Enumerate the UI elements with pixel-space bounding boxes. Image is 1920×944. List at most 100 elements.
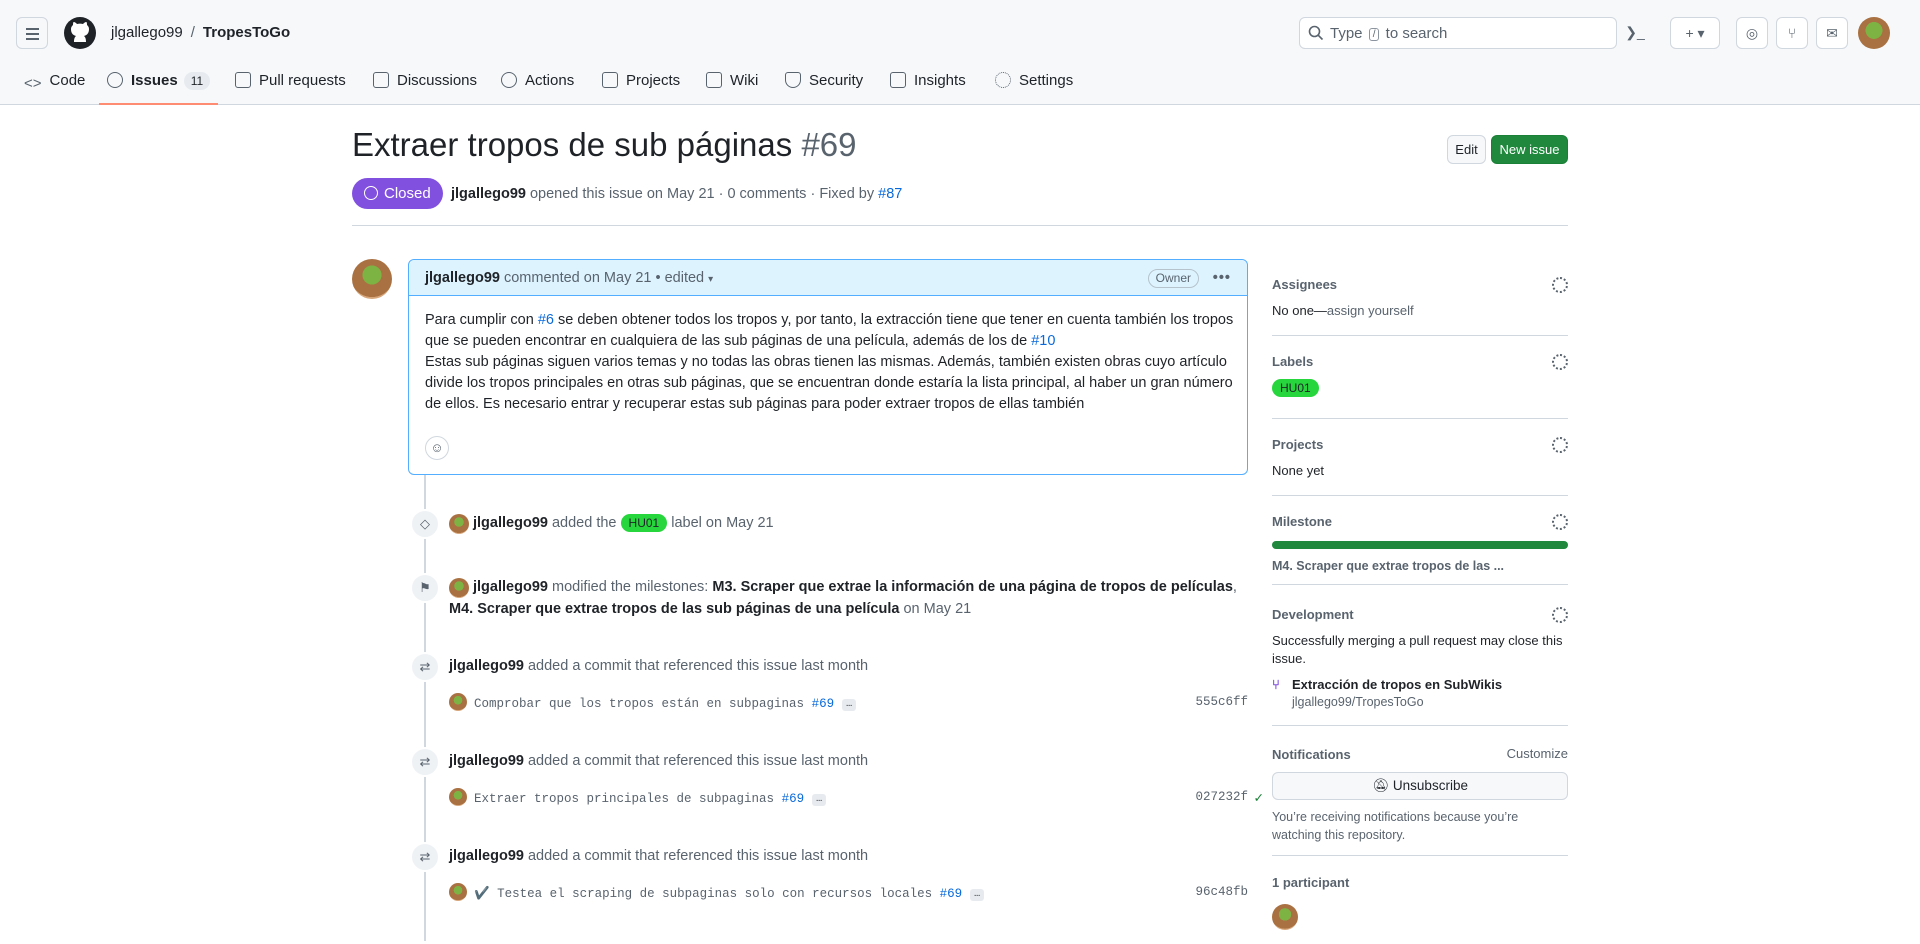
event-author-link[interactable]: jlgallego99 (473, 515, 548, 531)
gear-icon[interactable] (1552, 354, 1568, 370)
chevron-down-icon[interactable]: ▾ (708, 274, 713, 285)
issue-author-link[interactable]: jlgallego99 (451, 186, 526, 202)
menu-button[interactable] (16, 17, 48, 49)
event-avatar[interactable] (449, 578, 469, 598)
user-avatar[interactable] (1858, 17, 1890, 49)
edit-button[interactable]: Edit (1447, 135, 1486, 164)
label-hu01[interactable]: HU01 (620, 514, 668, 532)
milestone-m4-link[interactable]: M4. Scraper que extrae tropos de las sub… (449, 601, 899, 617)
command-palette-icon[interactable]: ❯_ (1621, 17, 1649, 49)
milestone-m3-link[interactable]: M3. Scraper que extrae la información de… (712, 579, 1233, 595)
check-icon[interactable]: ✓ (1254, 790, 1264, 806)
tab-pull-requests[interactable]: Pull requests (235, 62, 346, 102)
issue-link-10[interactable]: #10 (1031, 333, 1055, 349)
commit-event: jlgallego99 added a commit that referenc… (449, 845, 868, 867)
cross-reference-icon: ⇄ (410, 842, 440, 872)
tab-code[interactable]: <> Code (24, 62, 85, 102)
comment-author-link[interactable]: jlgallego99 (425, 270, 500, 286)
comment-text: Para cumplir con (425, 312, 538, 328)
commit-issue-ref[interactable]: #69 (812, 697, 835, 711)
commit-avatar[interactable] (449, 788, 467, 806)
commit-message-text[interactable]: ✔️ Testea el scraping de subpaginas solo… (474, 887, 932, 901)
unsubscribe-button[interactable]: 🔕︎ Unsubscribe (1272, 772, 1568, 800)
gear-icon[interactable] (1552, 277, 1568, 293)
tab-security[interactable]: Security (785, 62, 863, 102)
customize-link[interactable]: Customize (1507, 746, 1568, 761)
commit-issue-ref[interactable]: #69 (782, 792, 805, 806)
projects-icon (602, 72, 618, 88)
search-input[interactable]: Type / to search (1299, 17, 1617, 49)
commit-message: ✔️ Testea el scraping de subpaginas solo… (474, 885, 985, 903)
expand-commit-button[interactable]: … (842, 699, 857, 711)
milestone-event-line2: M4. Scraper que extrae tropos de las sub… (449, 598, 971, 620)
fixed-by-link[interactable]: #87 (878, 186, 902, 202)
breadcrumb-separator: / (190, 24, 195, 41)
github-logo-icon[interactable] (63, 16, 97, 50)
tab-projects[interactable]: Projects (602, 62, 680, 102)
tab-insights[interactable]: Insights (890, 62, 966, 102)
issue-link-6[interactable]: #6 (538, 312, 554, 328)
tag-icon: ◇ (410, 509, 440, 539)
linked-pr-repo[interactable]: jlgallego99/TropesToGo (1272, 695, 1568, 709)
commit-issue-ref[interactable]: #69 (940, 887, 963, 901)
breadcrumb: jlgallego99 / TropesToGo (111, 24, 290, 41)
commit-avatar[interactable] (449, 883, 467, 901)
add-reaction-icon[interactable]: ☺ (425, 436, 449, 460)
issues-icon[interactable]: ◎ (1736, 17, 1768, 49)
tab-discussions-label: Discussions (397, 72, 478, 89)
tab-discussions[interactable]: Discussions (373, 62, 477, 102)
search-key-hint: / (1368, 28, 1380, 41)
expand-commit-button[interactable]: … (970, 889, 985, 901)
milestone-link[interactable]: M4. Scraper que extrae tropos de las ... (1272, 557, 1568, 575)
linked-pr-title[interactable]: Extracción de tropos en SubWikis (1292, 677, 1502, 692)
repo-link[interactable]: TropesToGo (203, 24, 290, 41)
event-author-link[interactable]: jlgallego99 (449, 848, 524, 864)
issue-closed-icon (364, 186, 378, 200)
commit-avatar[interactable] (449, 693, 467, 711)
commit-message: Extraer tropos principales de subpaginas… (474, 790, 827, 808)
gear-icon[interactable] (1552, 514, 1568, 530)
label-hu01[interactable]: HU01 (1272, 379, 1319, 397)
event-avatar[interactable] (449, 514, 469, 534)
event-text: modified the milestones: (551, 579, 709, 595)
linked-pull-request[interactable]: ⑂ Extracción de tropos en SubWikis (1272, 676, 1568, 694)
commit-sha[interactable]: 027232f (1195, 790, 1248, 804)
gear-icon[interactable] (1552, 607, 1568, 623)
search-placeholder-suffix: to search (1385, 25, 1448, 42)
expand-commit-button[interactable]: … (812, 794, 827, 806)
status-badge: Closed (352, 178, 443, 209)
participant-avatar[interactable] (1272, 904, 1298, 930)
commit-message: Comprobar que los tropos están en subpag… (474, 695, 857, 713)
commit-sha[interactable]: 555c6ff (1195, 695, 1248, 709)
inbox-icon[interactable]: ✉ (1816, 17, 1848, 49)
pull-requests-icon[interactable]: ⑂ (1776, 17, 1808, 49)
comment-author-avatar[interactable] (352, 259, 392, 299)
commit-message-text[interactable]: Comprobar que los tropos están en subpag… (474, 697, 804, 711)
commit-sha[interactable]: 96c48fb (1195, 885, 1248, 899)
tab-settings[interactable]: Settings (995, 62, 1073, 102)
issues-count: 11 (183, 72, 211, 90)
event-author-link[interactable]: jlgallego99 (449, 658, 524, 674)
owner-link[interactable]: jlgallego99 (111, 24, 183, 41)
labels-heading: Labels (1272, 354, 1314, 369)
shield-icon (785, 72, 801, 88)
discussions-icon (373, 72, 389, 88)
comment-body: Para cumplir con #6 se deben obtener tod… (425, 310, 1235, 415)
tab-actions[interactable]: Actions (501, 62, 574, 102)
tab-issues[interactable]: Issues 11 (98, 62, 219, 105)
issue-title: Extraer tropos de sub páginas #69 (352, 126, 857, 164)
event-author-link[interactable]: jlgallego99 (473, 579, 548, 595)
tab-code-label: Code (49, 72, 86, 89)
create-new-button[interactable]: + ▾ (1670, 17, 1720, 49)
cross-reference-icon: ⇄ (410, 652, 440, 682)
kebab-menu-icon[interactable]: ••• (1213, 260, 1231, 296)
tab-wiki[interactable]: Wiki (706, 62, 758, 102)
new-issue-button[interactable]: New issue (1491, 135, 1568, 164)
tab-settings-label: Settings (1019, 72, 1074, 89)
gear-icon[interactable] (1552, 437, 1568, 453)
comment-meta[interactable]: commented on May 21 • edited (504, 270, 704, 286)
commit-message-text[interactable]: Extraer tropos principales de subpaginas (474, 792, 774, 806)
commit-event: jlgallego99 added a commit that referenc… (449, 750, 868, 772)
event-author-link[interactable]: jlgallego99 (449, 753, 524, 769)
assign-yourself-link[interactable]: assign yourself (1327, 303, 1414, 318)
